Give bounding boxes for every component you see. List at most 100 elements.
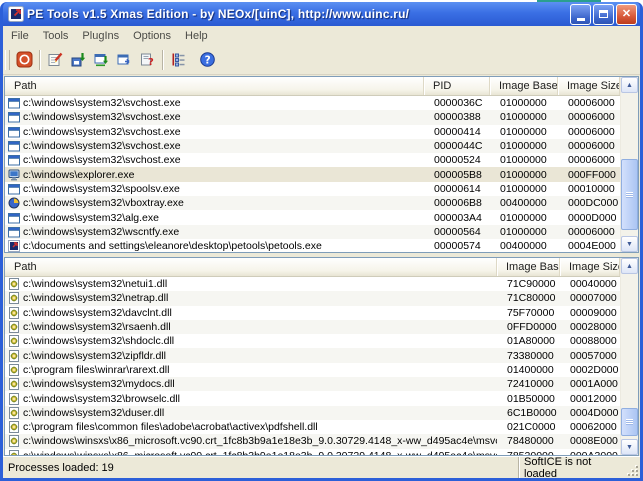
process-row-image-size-cell: 00006000 (558, 226, 620, 238)
process-row-pid-cell: 00000564 (424, 226, 490, 238)
module-row[interactable]: c:\windows\system32\netui1.dll71C9000000… (5, 277, 620, 291)
process-row-image-size-cell: 000FF000 (558, 169, 620, 181)
module-row[interactable]: c:\windows\system32\zipfldr.dll733800000… (5, 348, 620, 362)
menu-file[interactable]: File (4, 28, 36, 44)
module-row[interactable]: c:\program files\common files\adobe\acro… (5, 420, 620, 434)
module-row-image-base-cell: 6C1B0000 (497, 407, 560, 419)
process-scrollbar[interactable]: ▲ ▼ (620, 77, 638, 252)
process-row[interactable]: c:\windows\system32\svchost.exe0000036C0… (5, 96, 620, 110)
pe-editor-button[interactable] (44, 48, 67, 71)
column-header-image-size[interactable]: Image Size (560, 258, 620, 276)
process-row[interactable]: c:\windows\explorer.exe000005B8010000000… (5, 167, 620, 181)
process-row[interactable]: c:\windows\system32\alg.exe000003A401000… (5, 210, 620, 224)
module-row[interactable]: c:\windows\system32\netrap.dll71C8000000… (5, 291, 620, 305)
terminate-process-button[interactable] (13, 48, 36, 71)
terminate-process-icon (16, 51, 33, 68)
process-row-pid-cell: 00000524 (424, 154, 490, 166)
process-row-path-cell: c:\windows\system32\spoolsv.exe (5, 183, 424, 195)
title-bar[interactable]: PE Tools v1.5 Xmas Edition - by NEOx/[ui… (3, 2, 640, 26)
module-row[interactable]: c:\windows\system32\davclnt.dll75F700000… (5, 306, 620, 320)
dump-full-icon (70, 51, 87, 68)
process-row-path-cell: c:\windows\system32\svchost.exe (5, 126, 424, 138)
scroll-down-icon[interactable]: ▼ (621, 439, 638, 455)
process-row-image-base-cell: 01000000 (490, 226, 558, 238)
process-row[interactable]: c:\windows\system32\svchost.exe000005240… (5, 153, 620, 167)
menu-options[interactable]: Options (126, 28, 178, 44)
dll-icon (8, 393, 20, 405)
process-row[interactable]: c:\windows\system32\spoolsv.exe000006140… (5, 182, 620, 196)
dll-icon (8, 364, 20, 376)
module-row[interactable]: c:\windows\system32\mydocs.dll7241000000… (5, 377, 620, 391)
column-header-pid[interactable]: PID (424, 77, 490, 95)
resize-grip[interactable] (626, 457, 640, 478)
dll-icon (8, 350, 20, 362)
process-row-path-cell: c:\documents and settings\eleanore\deskt… (5, 240, 424, 252)
dll-icon (8, 421, 20, 433)
help-button[interactable]: ? (196, 48, 219, 71)
module-row-path-cell: c:\windows\system32\mydocs.dll (5, 378, 497, 390)
module-scroll-thumb[interactable] (621, 408, 638, 436)
column-header-path[interactable]: Path (5, 258, 497, 276)
scroll-up-icon[interactable]: ▲ (621, 258, 638, 274)
process-row-pid-cell: 000006B8 (424, 197, 490, 209)
process-row-path-cell: c:\windows\system32\wscntfy.exe (5, 226, 424, 238)
module-row[interactable]: c:\windows\winsxs\x86_microsoft.vc90.crt… (5, 434, 620, 448)
menu-tools[interactable]: Tools (36, 28, 76, 44)
module-row[interactable]: c:\windows\system32\duser.dll6C1B0000000… (5, 406, 620, 420)
toolbar-grip[interactable] (5, 50, 10, 70)
module-row-image-size-cell: 0008E000 (560, 435, 620, 447)
task-viewer-button[interactable] (113, 48, 136, 71)
process-row[interactable]: c:\documents and settings\eleanore\deskt… (5, 239, 620, 252)
petools-icon (8, 240, 20, 252)
column-header-image-base[interactable]: Image Base (497, 258, 560, 276)
process-scroll-thumb[interactable] (621, 159, 638, 231)
process-row[interactable]: c:\windows\system32\svchost.exe000004140… (5, 125, 620, 139)
dump-partial-button[interactable] (90, 48, 113, 71)
process-row-pid-cell: 00000414 (424, 126, 490, 138)
break-and-enter-button[interactable] (167, 48, 190, 71)
pe-sniffer-button[interactable]: ? (136, 48, 159, 71)
process-row[interactable]: c:\windows\system32\svchost.exe0000044C0… (5, 139, 620, 153)
status-softice: SoftICE is not loaded (519, 457, 626, 478)
menu-bar: FileToolsPlugInsOptionsHelp (3, 26, 640, 45)
module-row-image-size-cell: 00028000 (560, 321, 620, 333)
module-scrollbar[interactable]: ▲ ▼ (620, 258, 638, 455)
process-scroll-track[interactable] (621, 93, 638, 236)
maximize-button[interactable] (593, 4, 614, 25)
process-row-pid-cell: 00000574 (424, 240, 490, 252)
process-row[interactable]: c:\windows\system32\vboxtray.exe000006B8… (5, 196, 620, 210)
module-row-path-cell: c:\windows\system32\browselc.dll (5, 393, 497, 405)
module-row-image-size-cell: 00088000 (560, 335, 620, 347)
menu-plugins[interactable]: PlugIns (75, 28, 126, 44)
process-row-image-base-cell: 01000000 (490, 111, 558, 123)
module-row[interactable]: c:\windows\system32\shdoclc.dll01A800000… (5, 334, 620, 348)
module-row[interactable]: c:\windows\winsxs\x86_microsoft.vc90.crt… (5, 449, 620, 455)
close-button[interactable]: ✕ (616, 4, 637, 25)
module-row[interactable]: c:\program files\winrar\rarext.dll014000… (5, 363, 620, 377)
scroll-up-icon[interactable]: ▲ (621, 77, 638, 93)
menu-help[interactable]: Help (178, 28, 215, 44)
dump-full-button[interactable] (67, 48, 90, 71)
module-row-image-base-cell: 71C80000 (497, 292, 560, 304)
window-icon (8, 183, 20, 195)
dll-icon (8, 435, 20, 447)
process-row-path-cell: c:\windows\explorer.exe (5, 169, 424, 181)
process-row[interactable]: c:\windows\system32\svchost.exe000003880… (5, 110, 620, 124)
process-row-path-cell: c:\windows\system32\svchost.exe (5, 111, 424, 123)
module-row[interactable]: c:\windows\system32\browselc.dll01B50000… (5, 391, 620, 405)
process-row[interactable]: c:\windows\system32\wscntfy.exe000005640… (5, 225, 620, 239)
column-header-image-size[interactable]: Image Size (558, 77, 620, 95)
process-row-pid-cell: 000005B8 (424, 169, 490, 181)
column-header-image-base[interactable]: Image Base (490, 77, 558, 95)
column-header-path[interactable]: Path (5, 77, 424, 95)
module-row-image-base-cell: 0FFD0000 (497, 321, 560, 333)
minimize-button[interactable] (570, 4, 591, 25)
module-row-path-cell: c:\windows\winsxs\x86_microsoft.vc90.crt… (5, 435, 497, 447)
module-row-image-size-cell: 00062000 (560, 421, 620, 433)
module-scroll-track[interactable] (621, 274, 638, 439)
module-row[interactable]: c:\windows\system32\rsaenh.dll0FFD000000… (5, 320, 620, 334)
scroll-down-icon[interactable]: ▼ (621, 236, 638, 252)
module-row-image-base-cell: 75F70000 (497, 307, 560, 319)
process-row-image-base-cell: 01000000 (490, 97, 558, 109)
process-row-image-base-cell: 00400000 (490, 197, 558, 209)
